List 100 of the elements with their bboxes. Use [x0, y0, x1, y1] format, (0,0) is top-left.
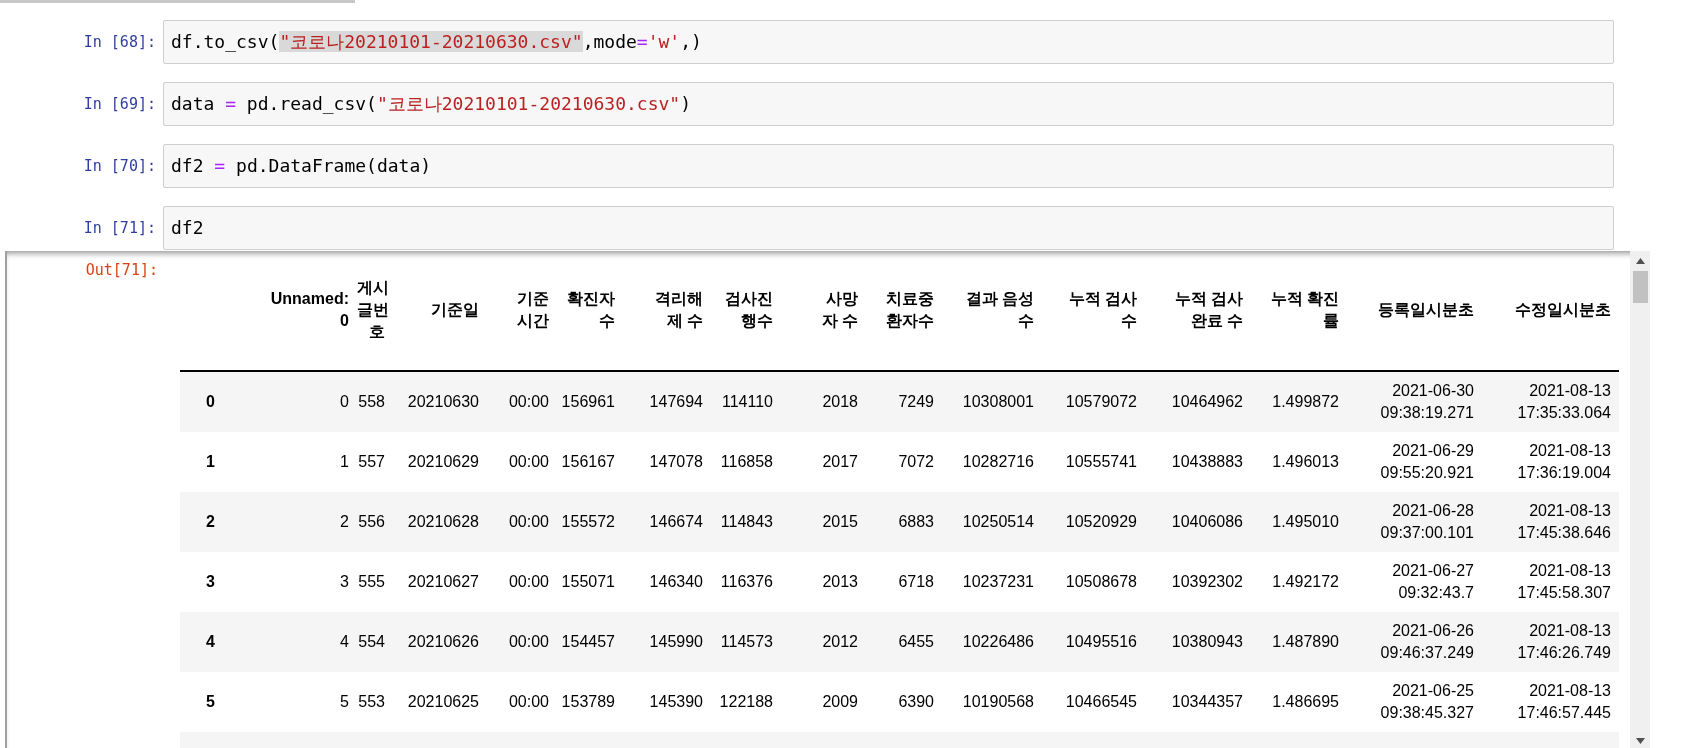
table-cell: 156167	[557, 432, 623, 492]
table-cell: 10282716	[942, 432, 1042, 492]
table-cell: 1.487890	[1251, 612, 1347, 672]
table-cell: 1.495010	[1251, 492, 1347, 552]
table-cell: 1.486695	[1251, 672, 1347, 732]
code-input[interactable]: df.to_csv("코로나20210101-20210630.csv",mode='w',)	[163, 20, 1614, 64]
table-cell: 2013	[781, 552, 866, 612]
table-cell: 10555741	[1042, 432, 1145, 492]
table-cell: 2015	[781, 492, 866, 552]
table-cell: 20210625	[393, 672, 487, 732]
code-input[interactable]: data = pd.read_csv("코로나20210101-20210630.csv")	[163, 82, 1614, 126]
table-cell: 555	[357, 552, 393, 612]
table-cell: 153789	[557, 672, 623, 732]
table-cell: 556	[357, 492, 393, 552]
table-cell: 7249	[866, 371, 942, 432]
table-cell: 2021-06-30 09:38:19.271	[1347, 371, 1482, 432]
table-cell: 10579072	[1042, 371, 1145, 432]
table-cell: 3	[240, 552, 357, 612]
table-cell: 2	[240, 492, 357, 552]
table-cell: 10392302	[1145, 552, 1251, 612]
table-cell: 6455	[866, 612, 942, 672]
table-cell: 20210630	[393, 371, 487, 432]
table-cell: 10308001	[942, 371, 1042, 432]
code-input[interactable]: df2 = pd.DataFrame(data)	[163, 144, 1614, 188]
table-cell: 10438883	[1145, 432, 1251, 492]
table-cell: 20210628	[393, 492, 487, 552]
output-prompt: Out[71]:	[84, 260, 159, 279]
table-cell: 10237231	[942, 552, 1042, 612]
code-input[interactable]: df2	[163, 206, 1614, 250]
table-cell: 7072	[866, 432, 942, 492]
row-index: 3	[180, 552, 240, 612]
table-cell: 00:00	[487, 612, 557, 672]
table-cell: 1.499872	[1251, 371, 1347, 432]
table-cell: 145390	[623, 672, 711, 732]
table-cell: 00:00	[487, 432, 557, 492]
table-cell: 10250514	[942, 492, 1042, 552]
table-cell: 145990	[623, 612, 711, 672]
table-cell: 554	[357, 612, 393, 672]
table-cell: 553	[357, 672, 393, 732]
table-cell: 2009	[781, 672, 866, 732]
table-cell: 10380943	[1145, 612, 1251, 672]
table-cell: 2021-08-13 17:46:57.445	[1482, 672, 1619, 732]
input-prompt: In [70]:	[82, 156, 157, 177]
table-cell: 00:00	[487, 552, 557, 612]
table-cell: 147694	[623, 371, 711, 432]
table-cell: 2021-06-25 09:38:45.327	[1347, 672, 1482, 732]
row-index: 2	[180, 492, 240, 552]
table-cell: 10495516	[1042, 612, 1145, 672]
row-index: 4	[180, 612, 240, 672]
table-cell: 1.492172	[1251, 552, 1347, 612]
table-cell: 1	[240, 432, 357, 492]
table-cell: 10344357	[1145, 672, 1251, 732]
table-cell: 114573	[711, 612, 781, 672]
table-cell: 2021-08-13 17:35:33.064	[1482, 371, 1619, 432]
table-cell: 2021-08-13 17:45:58.307	[1482, 552, 1619, 612]
table-cell: 557	[357, 432, 393, 492]
table-cell: 558	[357, 371, 393, 432]
table-cell: 116858	[711, 432, 781, 492]
table-cell: 4	[240, 612, 357, 672]
table-cell: 2021-08-13 17:36:19.004	[1482, 432, 1619, 492]
table-cell: 00:00	[487, 672, 557, 732]
table-cell: 00:00	[487, 492, 557, 552]
table-cell: 116376	[711, 552, 781, 612]
table-cell: 10190568	[942, 672, 1042, 732]
scroll-thumb[interactable]	[1633, 271, 1648, 303]
scroll-down-icon[interactable]	[1636, 738, 1645, 744]
table-cell: 6718	[866, 552, 942, 612]
table-cell: 2021-08-13 17:46:26.749	[1482, 612, 1619, 672]
table-cell: 6390	[866, 672, 942, 732]
table-cell: 2017	[781, 432, 866, 492]
table-cell: 2018	[781, 371, 866, 432]
table-cell: 10520929	[1042, 492, 1145, 552]
table-cell: 10508678	[1042, 552, 1145, 612]
table-cell: 2021-06-27 09:32:43.7	[1347, 552, 1482, 612]
table-cell: 122188	[711, 672, 781, 732]
table-cell: 10464962	[1145, 371, 1251, 432]
table-cell: 147078	[623, 432, 711, 492]
table-cell: 5	[240, 672, 357, 732]
table-cell: 2021-06-29 09:55:20.921	[1347, 432, 1482, 492]
table-cell: 10226486	[942, 612, 1042, 672]
table-cell: 10406086	[1145, 492, 1251, 552]
table-cell: 20210627	[393, 552, 487, 612]
table-cell: 00:00	[487, 371, 557, 432]
vertical-scrollbar[interactable]	[1630, 251, 1650, 748]
row-index: 5	[180, 672, 240, 732]
scroll-up-icon[interactable]	[1636, 258, 1645, 264]
table-cell: 2021-06-28 09:37:00.101	[1347, 492, 1482, 552]
table-cell: 20210629	[393, 432, 487, 492]
table-cell: 114843	[711, 492, 781, 552]
table-cell: 155572	[557, 492, 623, 552]
input-prompt: In [68]:	[82, 32, 157, 53]
table-cell: 20210626	[393, 612, 487, 672]
table-cell: 154457	[557, 612, 623, 672]
table-cell: 2021-08-13 17:45:38.646	[1482, 492, 1619, 552]
input-prompt: In [71]:	[82, 218, 157, 239]
table-cell: 2021-06-26 09:46:37.249	[1347, 612, 1482, 672]
table-cell: 2012	[781, 612, 866, 672]
table-cell: 6883	[866, 492, 942, 552]
row-index: 0	[180, 371, 240, 432]
input-prompt: In [69]:	[82, 94, 157, 115]
